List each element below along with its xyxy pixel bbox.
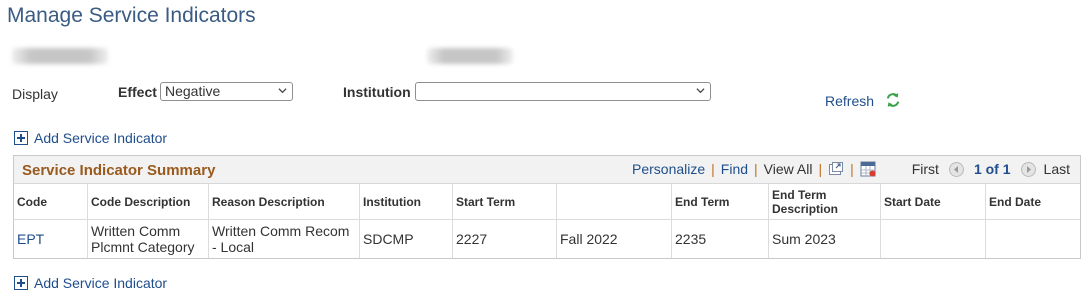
cell-institution: SDCMP <box>359 219 453 258</box>
col-end-date: End Date <box>985 184 1080 220</box>
col-reason-description: Reason Description <box>208 184 360 220</box>
cell-code-description: Written Comm Plcmnt Category <box>87 219 209 258</box>
zoom-icon[interactable] <box>828 161 844 177</box>
effect-label: Effect <box>118 84 157 100</box>
cell-code[interactable]: EPT <box>14 219 88 258</box>
cell-start-term-description: Fall 2022 <box>556 219 672 258</box>
view-all-link[interactable]: View All <box>764 161 813 177</box>
last-label: Last <box>1043 161 1070 177</box>
page-range: 1 of 1 <box>973 161 1011 177</box>
first-arrow-icon[interactable] <box>948 161 964 177</box>
col-start-term: Start Term <box>452 184 557 220</box>
cell-reason-description: Written Comm Recom - Local <box>208 219 360 258</box>
redacted-id <box>427 48 513 64</box>
col-end-term-description: End Term Description <box>768 184 881 220</box>
add-service-indicator-bottom[interactable]: Add Service Indicator <box>14 275 167 291</box>
col-start-term-description <box>556 184 672 220</box>
grid-header: Service Indicator Summary Personalize | … <box>14 156 1080 184</box>
cell-start-term: 2227 <box>452 219 557 258</box>
cell-end-date <box>986 220 1081 259</box>
find-link[interactable]: Find <box>721 161 748 177</box>
col-code: Code <box>14 184 88 220</box>
add-service-indicator-label: Add Service Indicator <box>34 275 168 291</box>
chevron-down-icon <box>278 88 287 94</box>
effect-select-value: Negative <box>165 83 221 99</box>
personalize-link[interactable]: Personalize <box>632 161 705 177</box>
refresh-link[interactable]: Refresh <box>825 93 874 109</box>
add-icon <box>14 131 28 145</box>
col-institution: Institution <box>359 184 453 220</box>
col-code-description: Code Description <box>87 184 209 220</box>
add-service-indicator-top[interactable]: Add Service Indicator <box>14 130 167 146</box>
code-link[interactable]: EPT <box>17 231 44 247</box>
add-icon <box>14 276 28 290</box>
add-service-indicator-label: Add Service Indicator <box>34 130 168 146</box>
cell-start-date <box>880 219 986 258</box>
institution-label: Institution <box>343 84 411 100</box>
col-end-term: End Term <box>671 184 769 220</box>
first-label: First <box>911 161 939 177</box>
cell-end-term-description: Sum 2023 <box>768 219 881 258</box>
grid-title: Service Indicator Summary <box>22 162 216 179</box>
cell-end-term: 2235 <box>671 219 769 258</box>
col-start-date: Start Date <box>880 184 986 220</box>
institution-select[interactable] <box>415 82 711 101</box>
display-label: Display <box>12 86 58 102</box>
refresh-icon[interactable] <box>884 91 902 109</box>
service-indicator-grid: Service Indicator Summary Personalize | … <box>13 155 1081 259</box>
download-icon[interactable] <box>860 161 876 177</box>
effect-select[interactable]: Negative <box>160 82 293 101</box>
table-row: EPT Written Comm Plcmnt Category Written… <box>14 219 1081 259</box>
redacted-name <box>12 48 108 64</box>
page-title: Manage Service Indicators <box>7 4 256 27</box>
table-header-row: Code Code Description Reason Description… <box>14 184 1080 220</box>
service-indicator-table: Code Code Description Reason Description… <box>14 184 1080 258</box>
chevron-down-icon <box>696 88 705 94</box>
last-arrow-icon[interactable] <box>1020 161 1036 177</box>
grid-navigation: Personalize | Find | View All | | First <box>632 161 1070 177</box>
